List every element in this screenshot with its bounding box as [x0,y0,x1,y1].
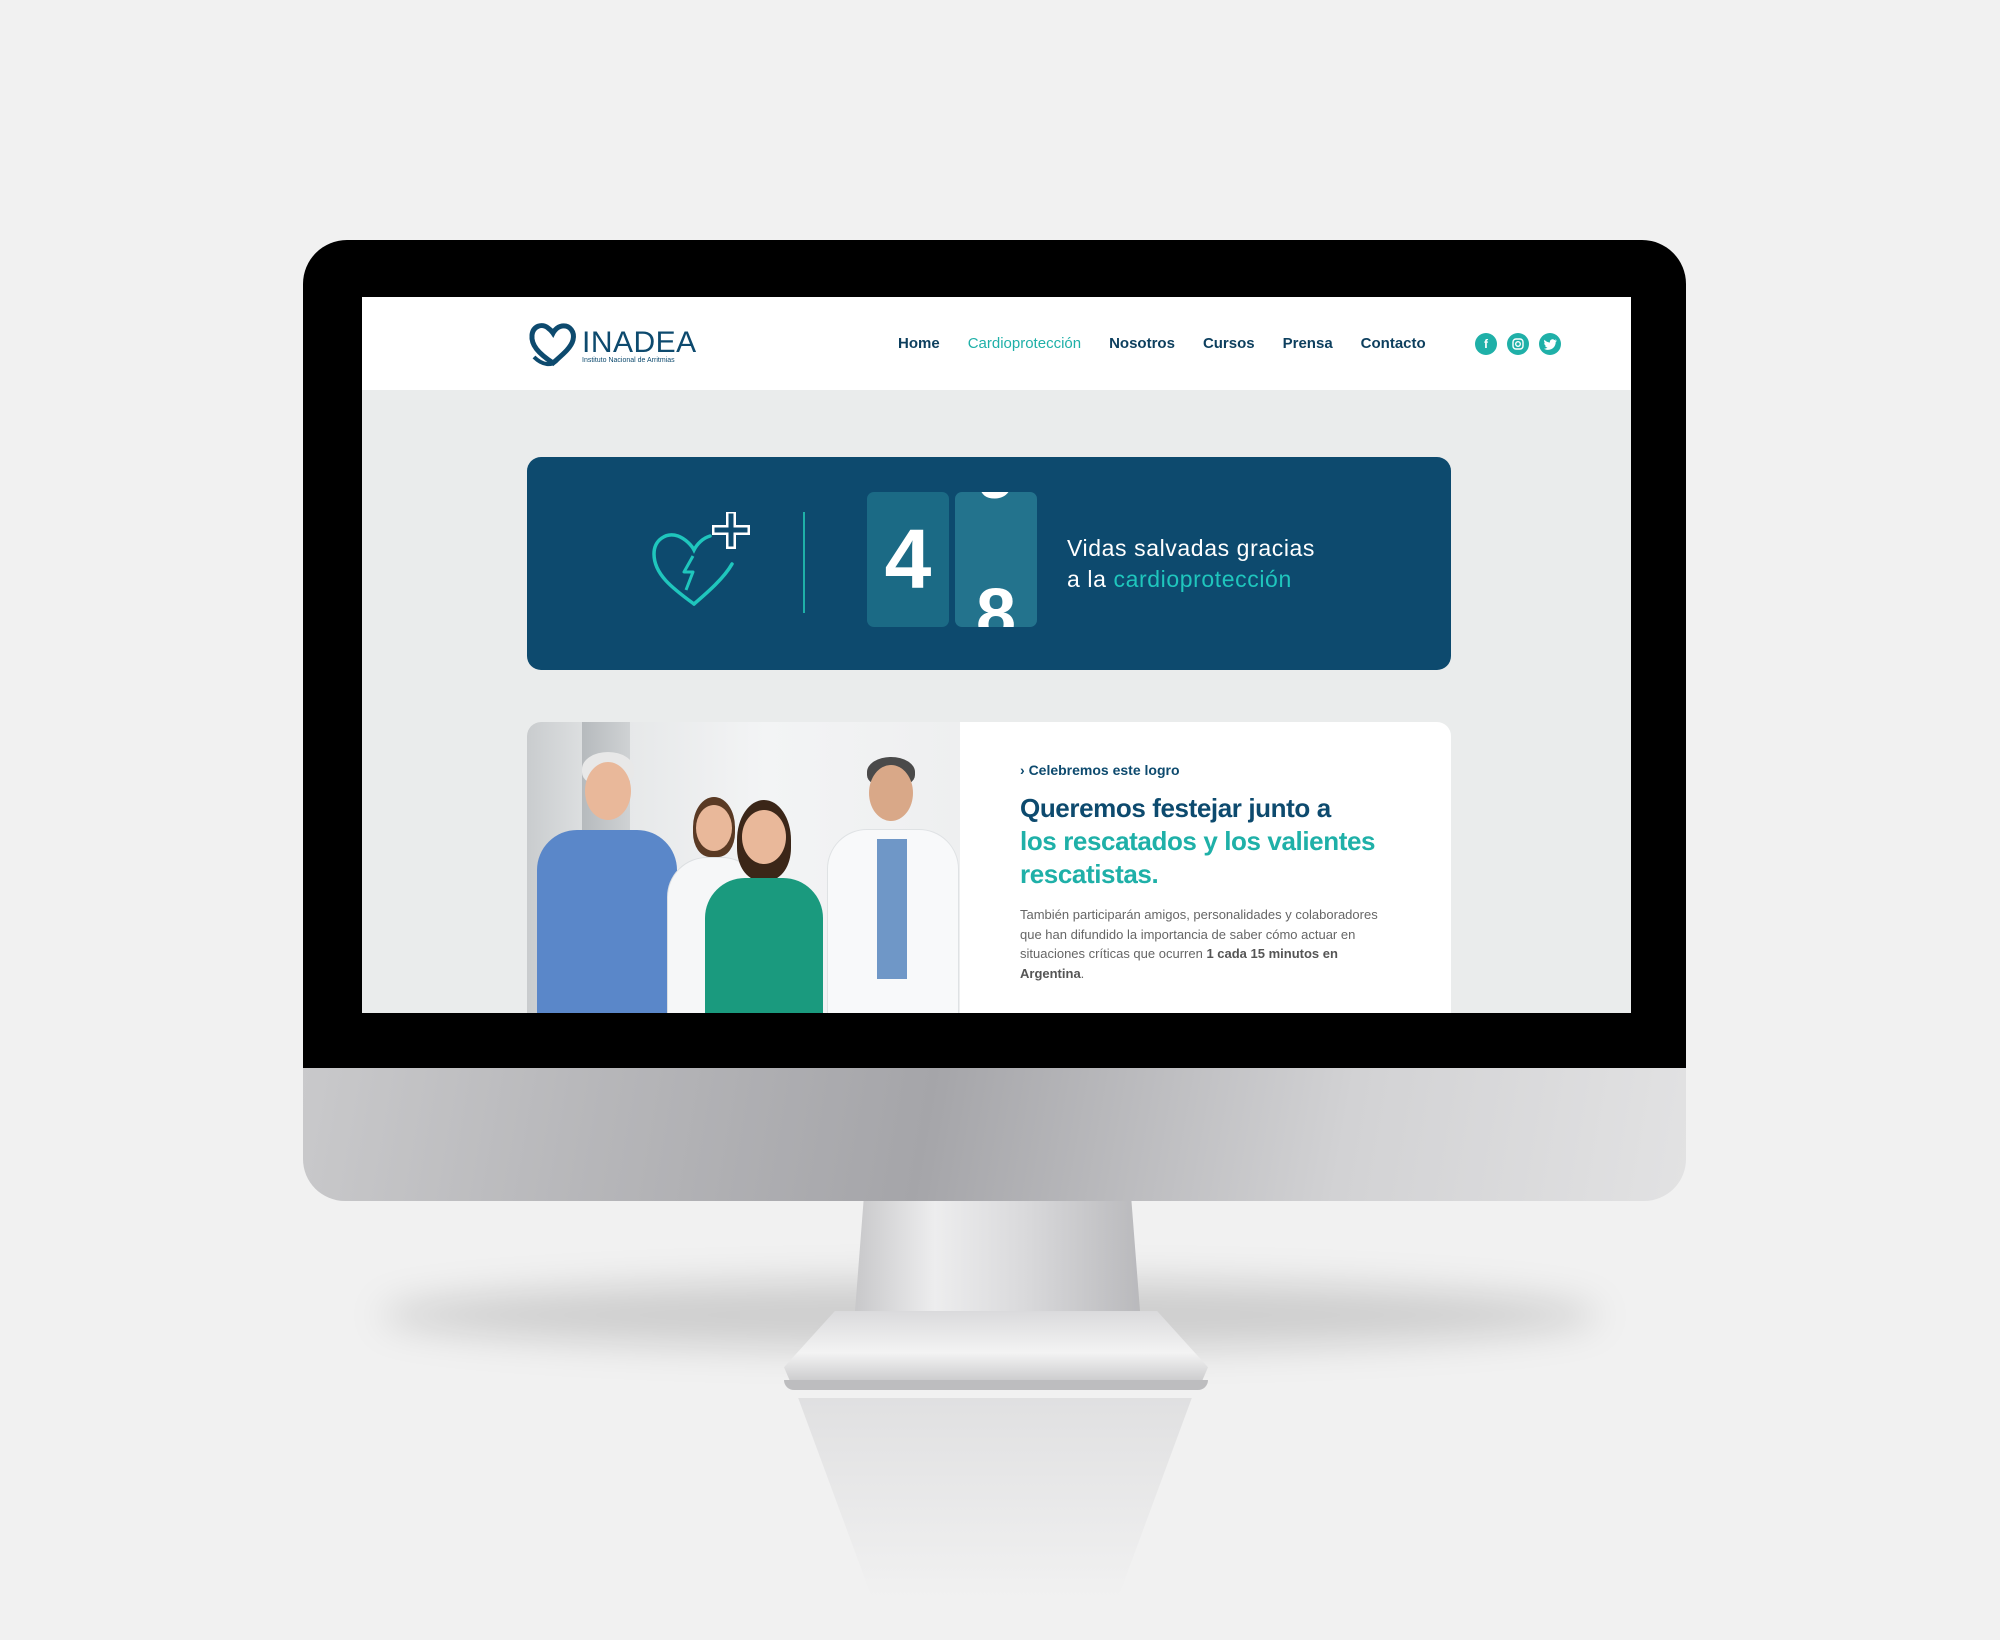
social-links: f [1475,333,1561,355]
facebook-icon[interactable]: f [1475,333,1497,355]
heart-logo-icon [529,323,576,367]
celebration-headline: Queremos festejar junto a los rescatados… [1020,792,1420,891]
monitor-stand-lip [784,1380,1208,1390]
main-nav: Home Cardioprotección Nosotros Cursos Pr… [898,335,1426,352]
nav-item-prensa[interactable]: Prensa [1283,335,1333,352]
headline-dark: Queremos festejar junto a [1020,793,1331,823]
counter-digit-2: 9 8 [955,492,1037,627]
eyebrow-label: Celebremos este logro [1028,762,1180,778]
logo-subtitle: Instituto Nacional de Arritmias [582,357,675,364]
monitor-chin [303,1068,1686,1201]
nav-item-nosotros[interactable]: Nosotros [1109,335,1175,352]
nav-item-home[interactable]: Home [898,335,940,352]
counter-caption-prefix: a la [1067,566,1114,592]
heart-defibrillator-icon [652,512,750,606]
chevron-right-icon: › [1020,762,1025,778]
lives-saved-counter: 4 9 8 Vidas salvadas gracias a la cardio… [527,457,1451,670]
monitor-screen: INADEA Instituto Nacional de Arritmias H… [362,297,1631,1013]
eyebrow-link[interactable]: › Celebremos este logro [1020,762,1420,778]
celebration-body: También participarán amigos, personalida… [1020,905,1390,983]
site-header: INADEA Instituto Nacional de Arritmias H… [362,297,1631,390]
site-logo[interactable]: INADEA Instituto Nacional de Arritmias [528,317,697,369]
twitter-icon[interactable] [1539,333,1561,355]
counter-caption-highlight: cardioprotección [1113,566,1292,592]
medical-team-photo [527,722,960,1013]
counter-caption: Vidas salvadas gracias a la cardioprotec… [1067,533,1315,595]
stand-reflection [798,1398,1192,1598]
nav-item-contacto[interactable]: Contacto [1361,335,1426,352]
celebration-card: › Celebremos este logro Queremos festeja… [527,722,1451,1013]
nav-item-cursos[interactable]: Cursos [1203,335,1255,352]
counter-digit-1: 4 [867,492,949,627]
photo-person [537,752,677,1013]
photo-person [827,757,959,1013]
instagram-icon[interactable] [1507,333,1529,355]
body-end: . [1080,965,1085,981]
celebration-text: › Celebremos este logro Queremos festeja… [1020,762,1420,983]
monitor-stand-neck [855,1201,1140,1311]
monitor-stand-base [784,1311,1208,1387]
counter-caption-line-1: Vidas salvadas gracias [1067,535,1316,561]
counter-divider [803,512,805,613]
logo-wordmark: INADEA [582,326,697,359]
counter-digit-2-top: 9 [955,492,1037,514]
nav-item-cardioproteccion[interactable]: Cardioprotección [968,335,1081,352]
counter-digit-2-bottom: 8 [975,575,1017,627]
photo-person [705,800,823,1013]
counter-caption-line-2: a la cardioprotección [1067,564,1315,595]
headline-teal: los rescatados y los valientes rescatist… [1020,826,1376,889]
